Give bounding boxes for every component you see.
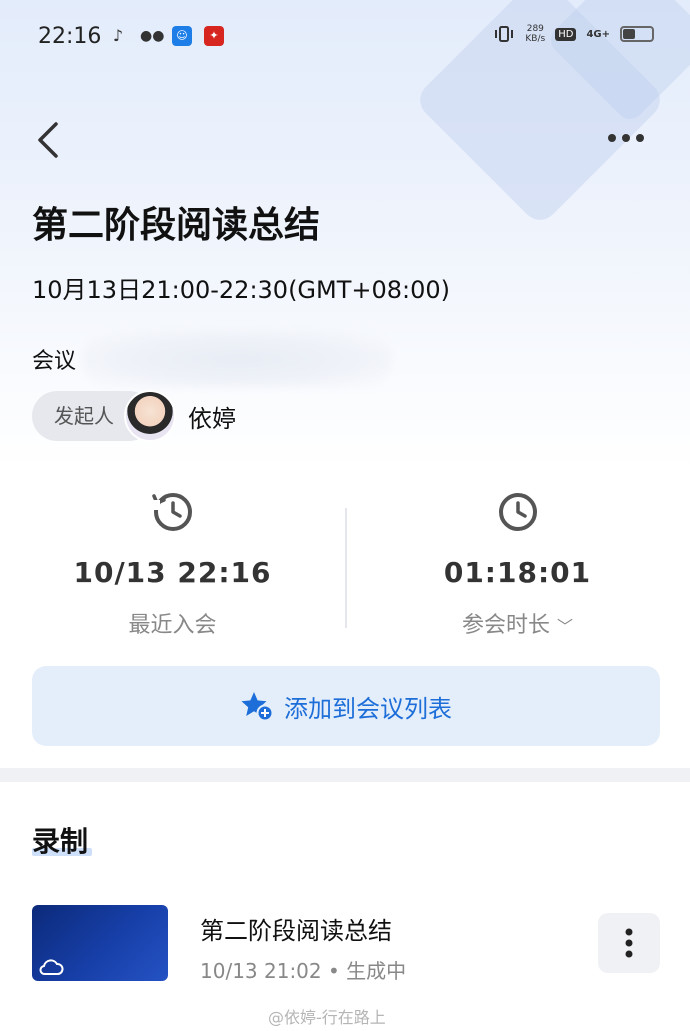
app-icon: ☺	[172, 26, 192, 46]
history-clock-icon	[149, 493, 192, 531]
duration-value: 01:18:01	[443, 556, 592, 589]
duration-label: 参会时长	[461, 613, 550, 638]
more-vertical-icon	[625, 928, 633, 958]
stats-divider	[345, 508, 347, 628]
initiator-name: 依婷	[188, 404, 236, 433]
recording-thumbnail[interactable]	[32, 905, 168, 981]
meeting-id-row: 会议	[32, 330, 393, 388]
wechat-icon: ●●	[140, 28, 165, 44]
more-button[interactable]	[606, 126, 646, 150]
clock-icon	[498, 493, 537, 531]
recording-date: 10/13 21:02	[200, 959, 322, 983]
add-to-meeting-list-button[interactable]: 添加到会议列表	[32, 666, 660, 746]
status-bar: 22:16 ♪ ●● ☺ ✦ 289 KB/s HD 4G+	[0, 0, 690, 76]
music-note-icon: ♪	[112, 26, 124, 45]
red-app-icon: ✦	[204, 26, 224, 46]
vibrate-icon	[495, 26, 514, 42]
notification-icons: ♪ ●● ☺ ✦	[108, 26, 224, 46]
recent-join-value: 10/13 22:16	[73, 556, 272, 589]
recordings-section-title: 录制	[32, 825, 89, 858]
add-to-meeting-list-label: 添加到会议列表	[284, 694, 452, 723]
back-icon	[38, 122, 58, 158]
recent-join-stat: 10/13 22:16 最近入会	[0, 480, 345, 639]
duration-label-row: 参会时长 ﹀	[345, 607, 690, 639]
recording-status: 生成中	[346, 959, 407, 983]
cloud-icon	[39, 959, 64, 975]
meta-separator: •	[328, 959, 347, 983]
battery-icon	[620, 26, 654, 42]
back-button[interactable]	[30, 118, 70, 162]
star-add-icon	[241, 692, 274, 722]
recording-item[interactable]: 第二阶段阅读总结 10/13 21:02 • 生成中	[32, 905, 660, 983]
avatar[interactable]	[124, 390, 176, 442]
meeting-time-range: 10月13日21:00-22:30(GMT+08:00)	[32, 276, 451, 304]
redacted-meeting-id	[82, 330, 393, 388]
network-speed-unit: KB/s	[525, 34, 546, 44]
network-speed-value: 289	[526, 24, 544, 34]
chevron-down-icon: ﹀	[557, 617, 574, 636]
hd-badge: HD	[555, 27, 577, 41]
page-title: 第二阶段阅读总结	[32, 205, 321, 246]
section-separator	[0, 768, 690, 782]
duration-stat[interactable]: 01:18:01 参会时长 ﹀	[345, 480, 690, 639]
network-speed: 289 KB/s	[525, 24, 545, 44]
signal-indicator: 4G+	[586, 28, 610, 40]
more-icon	[608, 134, 644, 142]
initiator-row: 发起人 依婷	[32, 390, 236, 442]
recording-more-button[interactable]	[598, 913, 660, 973]
status-time: 22:16	[38, 24, 102, 49]
recording-name: 第二阶段阅读总结	[200, 917, 392, 945]
watermark: @依婷-行在路上	[268, 1008, 386, 1027]
meeting-id-label: 会议	[32, 349, 77, 374]
recent-join-label: 最近入会	[128, 613, 217, 638]
recording-meta: 10/13 21:02 • 生成中	[200, 955, 406, 984]
system-icons: 289 KB/s HD 4G+	[493, 24, 654, 44]
